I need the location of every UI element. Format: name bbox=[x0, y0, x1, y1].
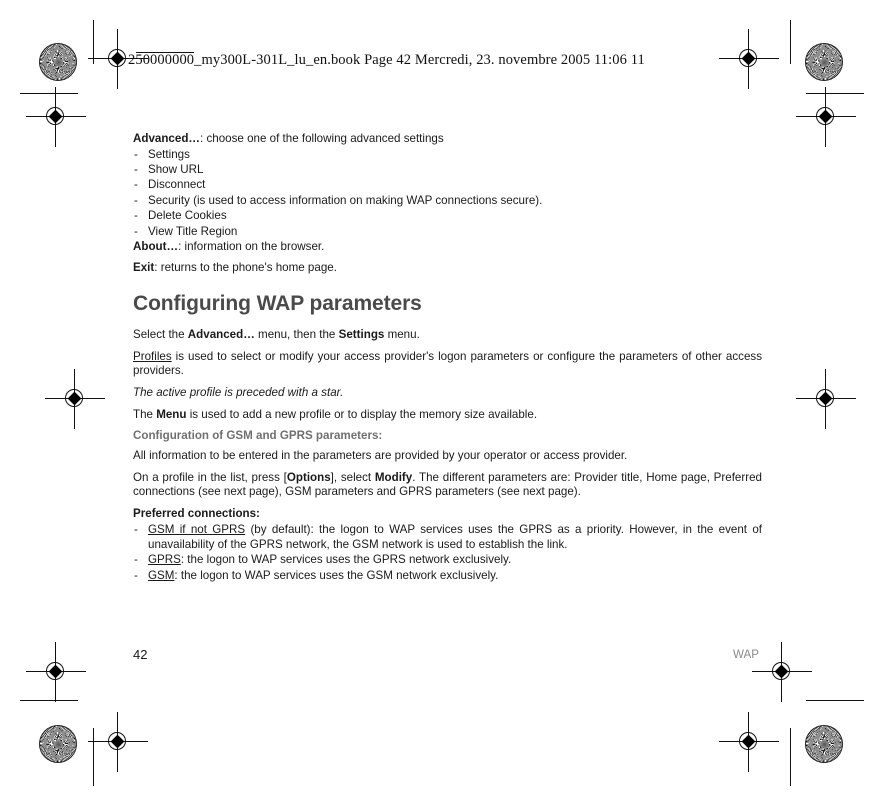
trim-line bbox=[806, 93, 864, 94]
list-item: - GPRS: the logon to WAP services uses th… bbox=[133, 552, 762, 567]
registration-crosshair-mark bbox=[796, 369, 856, 429]
print-rosette-mark bbox=[39, 725, 77, 763]
trim-line bbox=[93, 20, 94, 64]
about-label: About… bbox=[133, 240, 179, 254]
footer-page-number: 42 bbox=[133, 647, 148, 662]
print-rosette-mark bbox=[805, 725, 843, 763]
list-item: - Delete Cookies bbox=[133, 208, 762, 223]
list-item: - Settings bbox=[133, 147, 762, 162]
list-item: - View Title Region bbox=[133, 224, 762, 239]
options-key-ref: Options bbox=[286, 470, 331, 484]
select-text-1: Select the bbox=[133, 328, 188, 342]
dash-bullet: - bbox=[134, 522, 138, 536]
dash-bullet: - bbox=[134, 553, 138, 567]
list-item: - Disconnect bbox=[133, 177, 762, 192]
menu-ref: Menu bbox=[156, 407, 187, 421]
registration-crosshair-mark bbox=[45, 369, 105, 429]
list-item-label: Security (is used to access information … bbox=[148, 193, 543, 207]
preferred-connections-list: - GSM if not GPRS (by default): the logon… bbox=[133, 522, 762, 584]
registration-crosshair-mark bbox=[796, 87, 856, 147]
connection-description: : the logon to WAP services uses the GPR… bbox=[180, 553, 512, 567]
list-item: - Security (is used to access information… bbox=[133, 193, 762, 208]
advanced-intro-text: : choose one of the following advanced s… bbox=[200, 132, 444, 145]
dash-bullet: - bbox=[134, 209, 138, 223]
header-file-stamp: 250000000_my300L-301L_lu_en.book Page 42… bbox=[128, 52, 645, 68]
dash-bullet: - bbox=[134, 163, 138, 176]
trim-line bbox=[790, 728, 791, 786]
select-text-2: menu, then the bbox=[254, 328, 339, 342]
preferred-connections-heading: Preferred connections: bbox=[133, 507, 762, 522]
select-menu-paragraph: Select the Advanced… menu, then the Sett… bbox=[133, 328, 762, 343]
modify-ref: Modify bbox=[374, 470, 413, 484]
footer-section-label: WAP bbox=[733, 648, 759, 661]
settings-menu-ref: Settings bbox=[338, 328, 385, 342]
list-item-label: Show URL bbox=[148, 163, 204, 176]
trim-line bbox=[20, 93, 78, 94]
list-item: - GSM if not GPRS (by default): the logon… bbox=[133, 522, 762, 553]
trim-line bbox=[93, 728, 94, 786]
about-paragraph: About…: information on the browser. bbox=[133, 240, 762, 255]
advanced-settings-list: - Settings - Show URL - Disconnect - Securit… bbox=[133, 147, 762, 239]
gsm-gprs-config-heading: Configuration of GSM and GPRS parameters… bbox=[133, 429, 383, 443]
connection-term: GPRS bbox=[148, 553, 181, 567]
profile-text-2: ], select bbox=[330, 470, 375, 484]
registration-crosshair-mark bbox=[26, 87, 86, 147]
profiles-text: is used to select or modify your access … bbox=[133, 349, 762, 378]
trim-line bbox=[20, 700, 78, 701]
advanced-label: Advanced… bbox=[133, 132, 201, 145]
list-item-label: Delete Cookies bbox=[148, 209, 227, 223]
list-item: - GSM: the logon to WAP services uses the… bbox=[133, 568, 762, 583]
exit-paragraph: Exit: returns to the phone's home page. bbox=[133, 261, 762, 276]
registration-crosshair-mark bbox=[719, 29, 779, 89]
menu-text-1: The bbox=[133, 407, 157, 421]
print-rosette-mark bbox=[805, 43, 843, 81]
profiles-term: Profiles bbox=[133, 349, 172, 363]
list-item-label: View Title Region bbox=[148, 224, 238, 238]
document-page: 250000000_my300L-301L_lu_en.book Page 42… bbox=[0, 0, 884, 796]
dash-bullet: - bbox=[134, 568, 138, 582]
registration-crosshair-mark bbox=[88, 712, 148, 772]
profile-text-1: On a profile in the list, press [ bbox=[133, 470, 287, 484]
registration-crosshair-mark bbox=[26, 642, 86, 702]
registration-crosshair-mark bbox=[752, 642, 812, 702]
trim-line bbox=[806, 700, 864, 701]
profile-modify-paragraph: On a profile in the list, press [Options… bbox=[133, 471, 762, 500]
active-profile-note: The active profile is preceded with a st… bbox=[133, 386, 762, 401]
connection-term: GSM bbox=[148, 568, 175, 582]
advanced-intro-paragraph: Advanced…: choose one of the following a… bbox=[133, 132, 762, 147]
menu-text-2: is used to add a new profile or to displ… bbox=[186, 407, 538, 421]
trim-line bbox=[790, 20, 791, 64]
connection-term: GSM if not GPRS bbox=[148, 522, 246, 536]
list-item-label: Disconnect bbox=[148, 178, 206, 192]
all-info-paragraph: All information to be entered in the par… bbox=[133, 449, 628, 463]
dash-bullet: - bbox=[134, 178, 138, 192]
advanced-menu-ref: Advanced… bbox=[187, 328, 255, 342]
page-title: Configuring WAP parameters bbox=[133, 292, 422, 316]
page-content: Advanced…: choose one of the following a… bbox=[133, 132, 762, 583]
print-rosette-mark bbox=[39, 43, 77, 81]
select-text-3: menu. bbox=[384, 328, 420, 342]
dash-bullet: - bbox=[134, 147, 138, 161]
profiles-paragraph: Profiles is used to select or modify you… bbox=[133, 350, 762, 379]
registration-crosshair-mark bbox=[719, 712, 779, 772]
list-item-label: Settings bbox=[148, 147, 190, 161]
exit-text: : returns to the phone's home page. bbox=[154, 260, 337, 274]
connection-description: : the logon to WAP services uses the GSM… bbox=[174, 568, 499, 582]
active-profile-text: The active profile is preceded with a st… bbox=[133, 386, 344, 399]
menu-paragraph: The Menu is used to add a new profile or… bbox=[133, 408, 762, 423]
list-item: - Show URL bbox=[133, 162, 762, 177]
dash-bullet: - bbox=[134, 193, 138, 207]
preferred-connections-label: Preferred connections: bbox=[133, 506, 260, 520]
dash-bullet: - bbox=[134, 224, 138, 238]
exit-label: Exit bbox=[133, 260, 155, 274]
about-text: : information on the browser. bbox=[178, 240, 325, 254]
